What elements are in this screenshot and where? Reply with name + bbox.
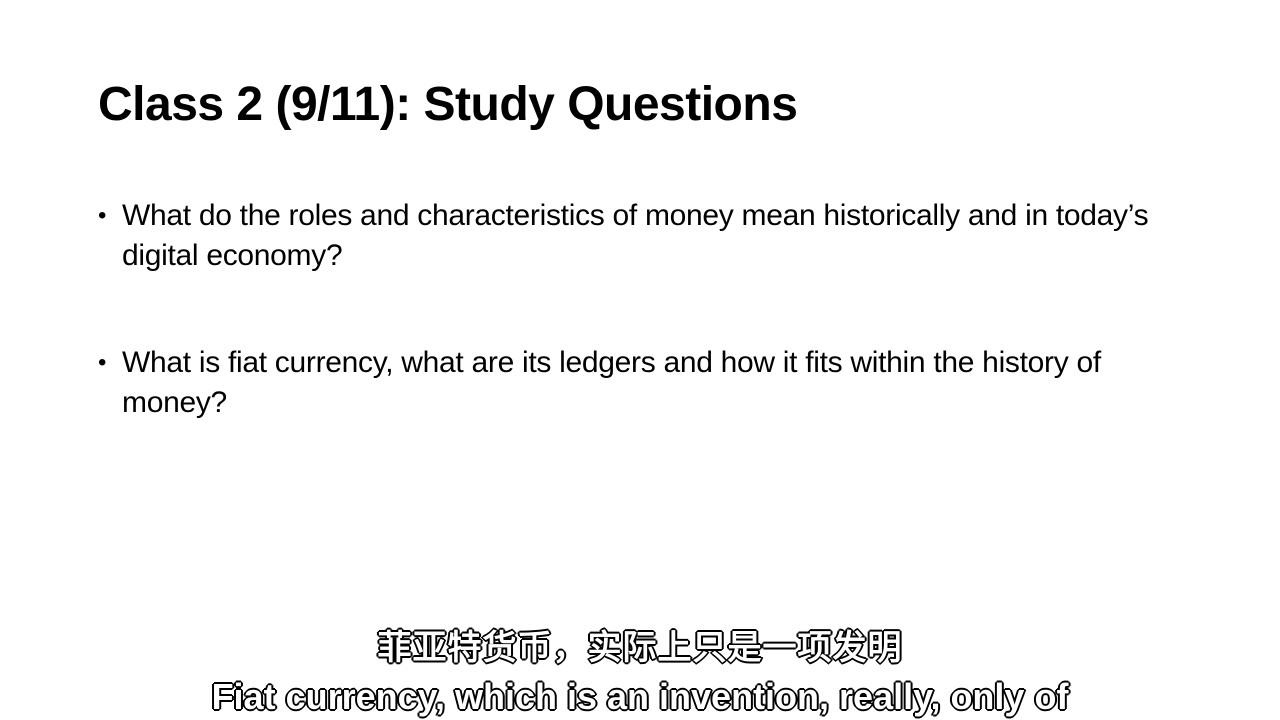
bullet-text: What is fiat currency, what are its ledg…: [122, 346, 1101, 419]
bullet-dot-icon: •: [98, 202, 107, 229]
bullet-list: • What do the roles and characteristics …: [98, 196, 1188, 423]
subtitle-overlay: 菲亚特货币，实际上只是一项发明 Fiat currency, which is …: [0, 622, 1280, 720]
subtitle-chinese: 菲亚特货币，实际上只是一项发明: [377, 627, 903, 669]
slide: Class 2 (9/11): Study Questions • What d…: [0, 0, 1280, 720]
bullet-dot-icon: •: [98, 349, 107, 376]
bullet-item-roles-of-money: • What do the roles and characteristics …: [98, 196, 1188, 276]
subtitle-english: Fiat currency, which is an invention, re…: [211, 675, 1070, 718]
slide-title: Class 2 (9/11): Study Questions: [98, 78, 798, 131]
bullet-text: What do the roles and characteristics of…: [122, 199, 1149, 272]
bullet-item-fiat-currency: • What is fiat currency, what are its le…: [98, 343, 1188, 423]
